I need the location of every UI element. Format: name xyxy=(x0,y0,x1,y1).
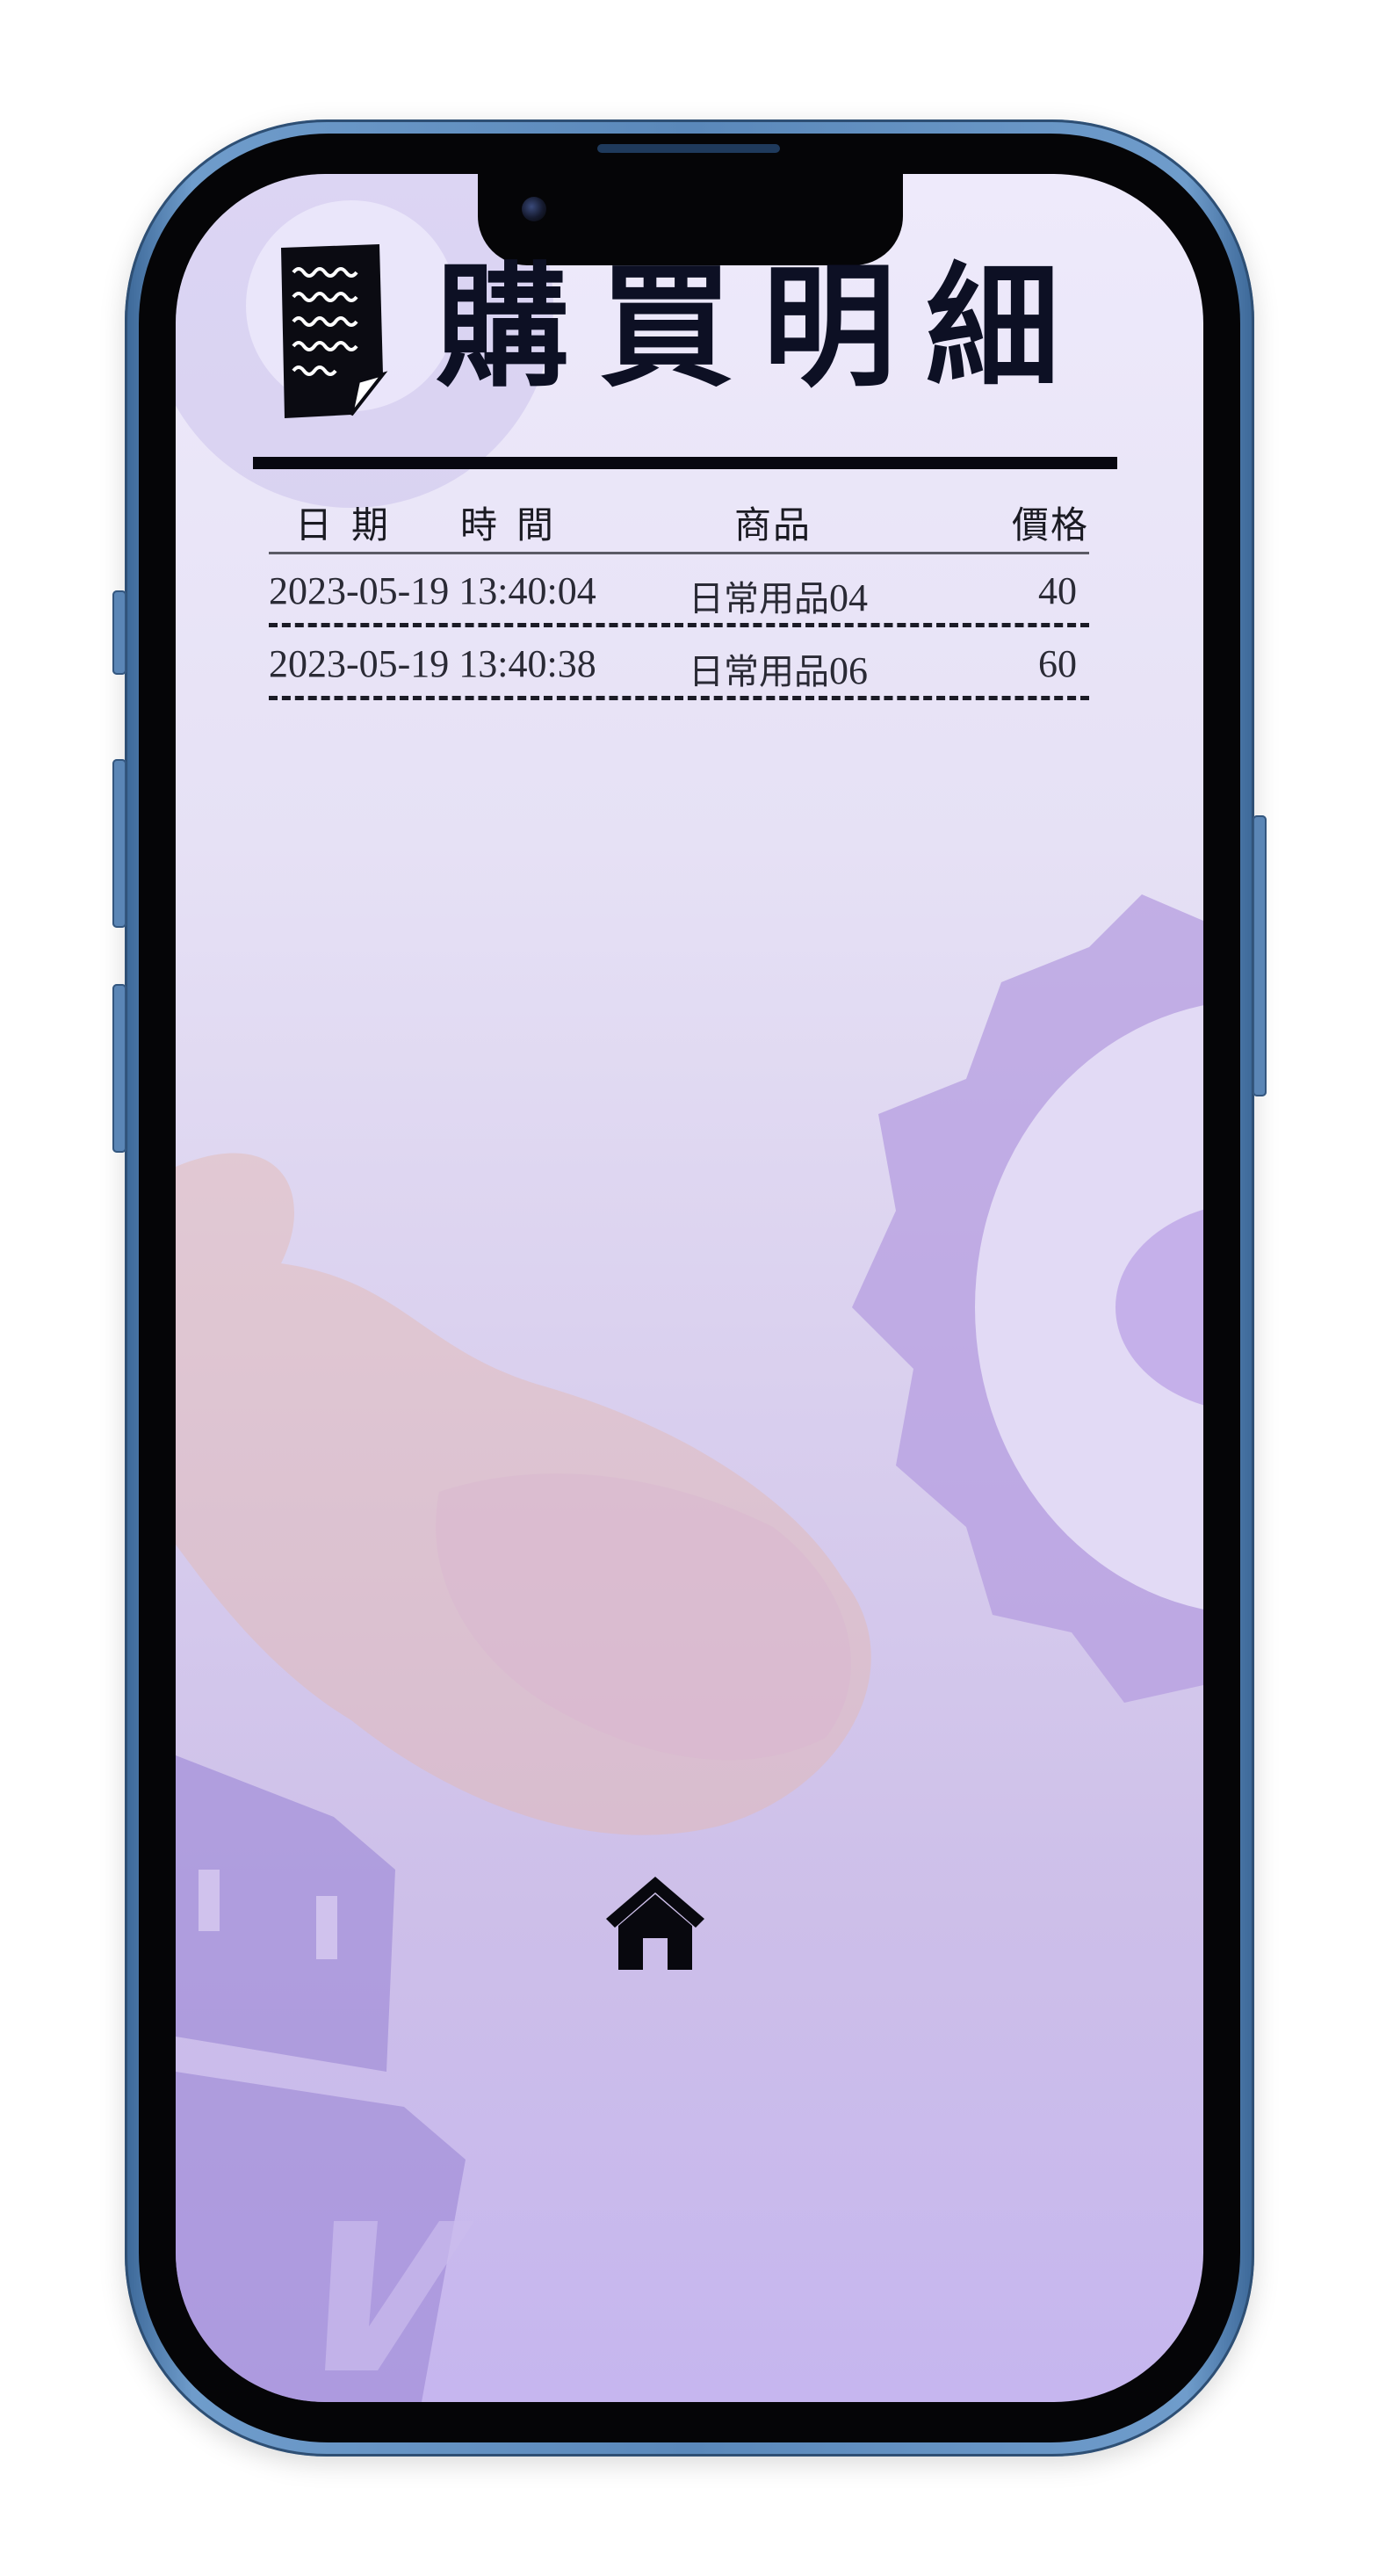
silent-switch xyxy=(112,590,126,675)
row-item: 日常用品06 xyxy=(689,643,868,694)
row-price: 60 xyxy=(1038,642,1077,685)
row-datetime: 2023-05-19 13:40:38 xyxy=(269,642,596,685)
row-item-name: 日常用品 xyxy=(689,579,829,619)
table-row: 2023-05-19 13:40:38 日常用品06 60 xyxy=(269,627,1089,700)
speaker-grille xyxy=(597,144,780,153)
receipt-icon xyxy=(281,244,388,418)
row-item-number: 04 xyxy=(829,576,868,619)
table-row: 2023-05-19 13:40:04 日常用品04 40 xyxy=(269,554,1089,627)
table-header: 日期 時間 商品 價格 xyxy=(269,488,1089,554)
home-icon[interactable] xyxy=(603,1873,708,1972)
column-header-price: 價格 xyxy=(1011,503,1089,546)
column-header-date: 日期 xyxy=(295,503,408,546)
column-header-item: 商品 xyxy=(734,503,812,546)
volume-down-button xyxy=(112,984,126,1153)
volume-up-button xyxy=(112,759,126,928)
row-item-name: 日常用品 xyxy=(689,652,829,692)
row-price: 40 xyxy=(1038,569,1077,612)
front-camera xyxy=(522,197,546,221)
page-title: 購買明細 xyxy=(436,250,1089,405)
power-button xyxy=(1253,815,1267,1096)
row-datetime: 2023-05-19 13:40:04 xyxy=(269,569,596,612)
column-header-time: 時間 xyxy=(460,503,574,546)
row-item: 日常用品04 xyxy=(689,570,868,621)
row-item-number: 06 xyxy=(829,649,868,692)
purchase-table: 日期 時間 商品 價格 2023-05-19 13:40:04 日常用品04 4… xyxy=(269,488,1089,700)
title-divider xyxy=(253,457,1117,469)
